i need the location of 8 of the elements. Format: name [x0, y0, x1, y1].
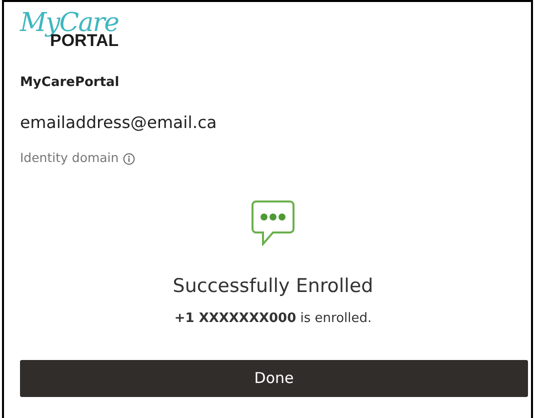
- chat-bubble-icon: [251, 200, 295, 246]
- done-button[interactable]: Done: [20, 360, 528, 397]
- status-message: +1 XXXXXXX000 is enrolled.: [174, 310, 372, 328]
- identity-domain-label: Identity domain: [20, 149, 119, 168]
- app-name: MyCarePortal: [20, 74, 120, 92]
- email-address: emailaddress@email.ca: [20, 112, 218, 134]
- info-icon[interactable]: [122, 152, 135, 165]
- status-title: Successfully Enrolled: [172, 274, 374, 299]
